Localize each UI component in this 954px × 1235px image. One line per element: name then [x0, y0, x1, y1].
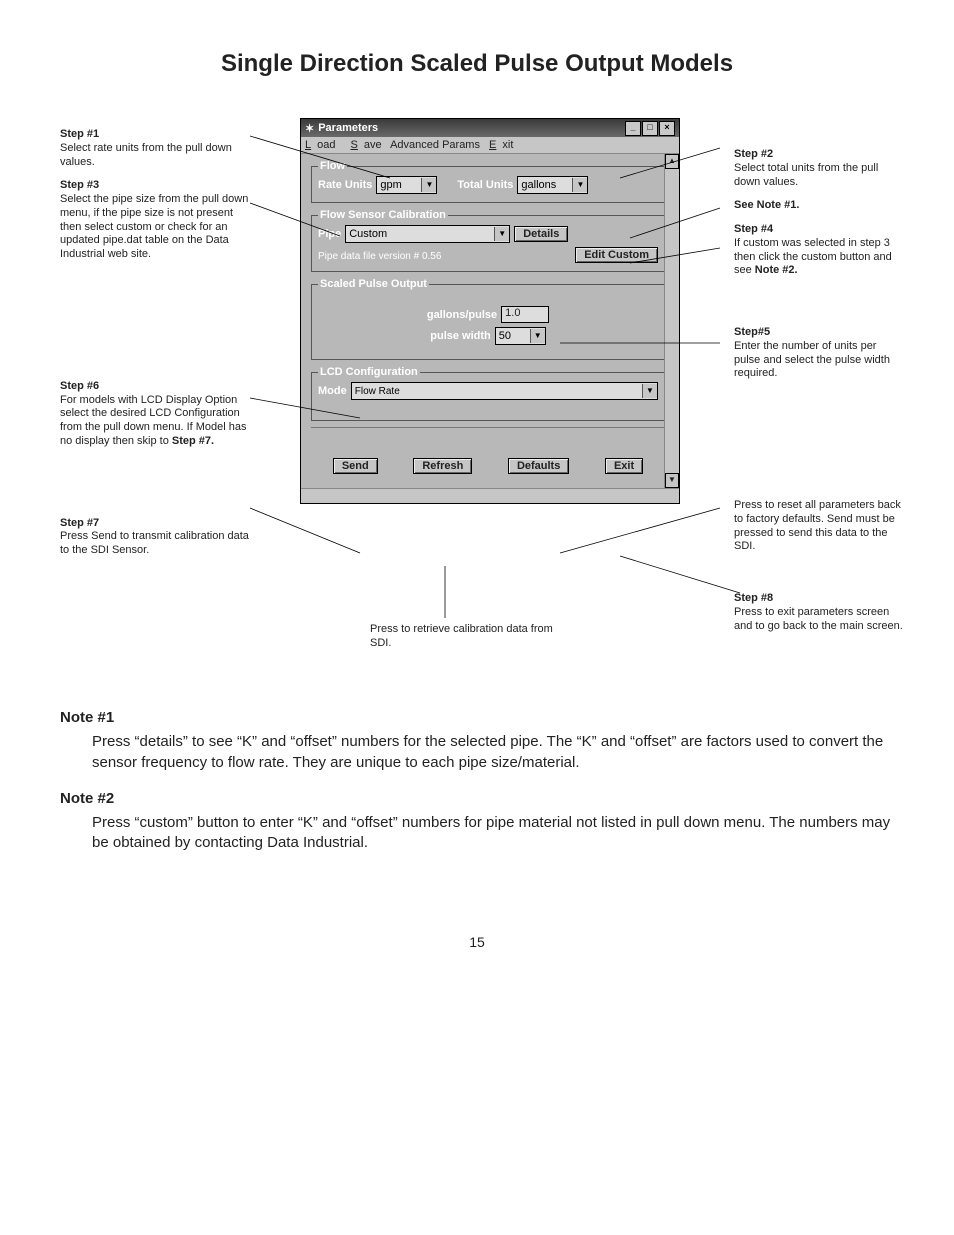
- pipe-version-text: Pipe data file version # 0.56: [318, 251, 441, 262]
- lcd-configuration-group: LCD Configuration Mode Flow Rate▼: [311, 366, 665, 421]
- window-title: Parameters: [318, 122, 378, 134]
- scroll-up-icon[interactable]: ▲: [665, 154, 679, 169]
- note2-text: Press “custom” button to enter “K” and “…: [92, 813, 894, 854]
- step1-text: Select rate units from the pull down val…: [60, 142, 250, 170]
- menu-save[interactable]: Save: [351, 139, 382, 151]
- vertical-scrollbar[interactable]: ▲ ▼: [664, 154, 679, 488]
- step8-heading: Step #8: [734, 592, 904, 606]
- pipe-label: Pipe: [318, 228, 341, 240]
- flow-group: Flow Rate Units gpm▼ Total Units gallons…: [311, 160, 665, 203]
- pulse-width-select[interactable]: 50▼: [495, 327, 546, 345]
- notes-section: Note #1 Press “details” to see “K” and “…: [60, 708, 894, 854]
- parameters-window: ✶ Parameters _ □ × Load Save Advanced Pa…: [300, 118, 680, 504]
- statusbar: [301, 488, 679, 503]
- step1-heading: Step #1: [60, 128, 250, 142]
- menu-load[interactable]: Load: [305, 139, 341, 151]
- send-button[interactable]: Send: [333, 458, 378, 474]
- fsc-legend: Flow Sensor Calibration: [318, 209, 448, 221]
- defaults-button[interactable]: Defaults: [508, 458, 569, 474]
- step4-text: If custom was selected in step 3 then cl…: [734, 237, 904, 278]
- minimize-button[interactable]: _: [625, 121, 641, 136]
- menu-advanced[interactable]: Advanced Params: [390, 139, 480, 151]
- step2-text: Select total units from the pull down va…: [734, 162, 904, 190]
- edit-custom-button[interactable]: Edit Custom: [575, 247, 658, 263]
- details-button[interactable]: Details: [514, 226, 568, 242]
- maximize-button[interactable]: □: [642, 121, 658, 136]
- chevron-down-icon: ▼: [494, 227, 509, 241]
- step5-text: Enter the number of units per pulse and …: [734, 340, 904, 381]
- step4-heading: Step #4: [734, 223, 904, 237]
- step7-heading: Step #7: [60, 517, 250, 531]
- titlebar[interactable]: ✶ Parameters _ □ ×: [301, 119, 679, 137]
- step8-text: Press to exit parameters screen and to g…: [734, 606, 904, 634]
- total-units-select[interactable]: gallons▼: [517, 176, 588, 194]
- refresh-note: Press to retrieve calibration data from …: [370, 623, 570, 651]
- note2-heading: Note #2: [60, 789, 894, 809]
- note1-text: Press “details” to see “K” and “offset” …: [92, 732, 894, 773]
- step7-text: Press Send to transmit calibration data …: [60, 530, 250, 558]
- page-number: 15: [60, 934, 894, 950]
- mode-select[interactable]: Flow Rate▼: [351, 382, 658, 400]
- lcd-legend: LCD Configuration: [318, 366, 420, 378]
- menu-exit[interactable]: Exit: [489, 139, 513, 151]
- scaled-pulse-output-group: Scaled Pulse Output gallons/pulse 1.0 pu…: [311, 278, 665, 360]
- button-row: Send Refresh Defaults Exit: [311, 427, 665, 482]
- menubar: Load Save Advanced Params Exit: [301, 137, 679, 154]
- total-units-label: Total Units: [457, 179, 513, 191]
- chevron-down-icon: ▼: [530, 329, 545, 343]
- app-icon: ✶: [305, 122, 314, 135]
- chevron-down-icon: ▼: [572, 178, 587, 192]
- defaults-note: Press to reset all parameters back to fa…: [734, 499, 904, 554]
- chevron-down-icon: ▼: [421, 178, 436, 192]
- scroll-down-icon[interactable]: ▼: [665, 473, 679, 488]
- step3-text: Select the pipe size from the pull down …: [60, 193, 250, 262]
- step6-text: For models with LCD Display Option selec…: [60, 394, 250, 449]
- step6-heading: Step #6: [60, 380, 250, 394]
- refresh-button[interactable]: Refresh: [413, 458, 472, 474]
- rate-units-select[interactable]: gpm▼: [376, 176, 437, 194]
- step5-heading: Step#5: [734, 326, 904, 340]
- note1-heading: Note #1: [60, 708, 894, 728]
- flow-sensor-calibration-group: Flow Sensor Calibration Pipe Custom▼ Det…: [311, 209, 665, 272]
- step3-heading: Step #3: [60, 179, 250, 193]
- spo-legend: Scaled Pulse Output: [318, 278, 429, 290]
- close-button[interactable]: ×: [659, 121, 675, 136]
- step2-heading: Step #2: [734, 148, 904, 162]
- left-annotations: Step #1 Select rate units from the pull …: [60, 118, 250, 566]
- see-note1: See Note #1.: [734, 199, 799, 211]
- pulse-width-label: pulse width: [430, 330, 491, 342]
- right-annotations: Step #2 Select total units from the pull…: [734, 138, 904, 641]
- flow-legend: Flow: [318, 160, 347, 172]
- gallons-per-pulse-input[interactable]: 1.0: [501, 306, 549, 323]
- chevron-down-icon: ▼: [642, 384, 657, 398]
- page-title: Single Direction Scaled Pulse Output Mod…: [60, 50, 894, 78]
- rate-units-label: Rate Units: [318, 179, 372, 191]
- pipe-select[interactable]: Custom▼: [345, 225, 510, 243]
- gallons-per-pulse-label: gallons/pulse: [427, 309, 497, 321]
- mode-label: Mode: [318, 385, 347, 397]
- exit-button[interactable]: Exit: [605, 458, 643, 474]
